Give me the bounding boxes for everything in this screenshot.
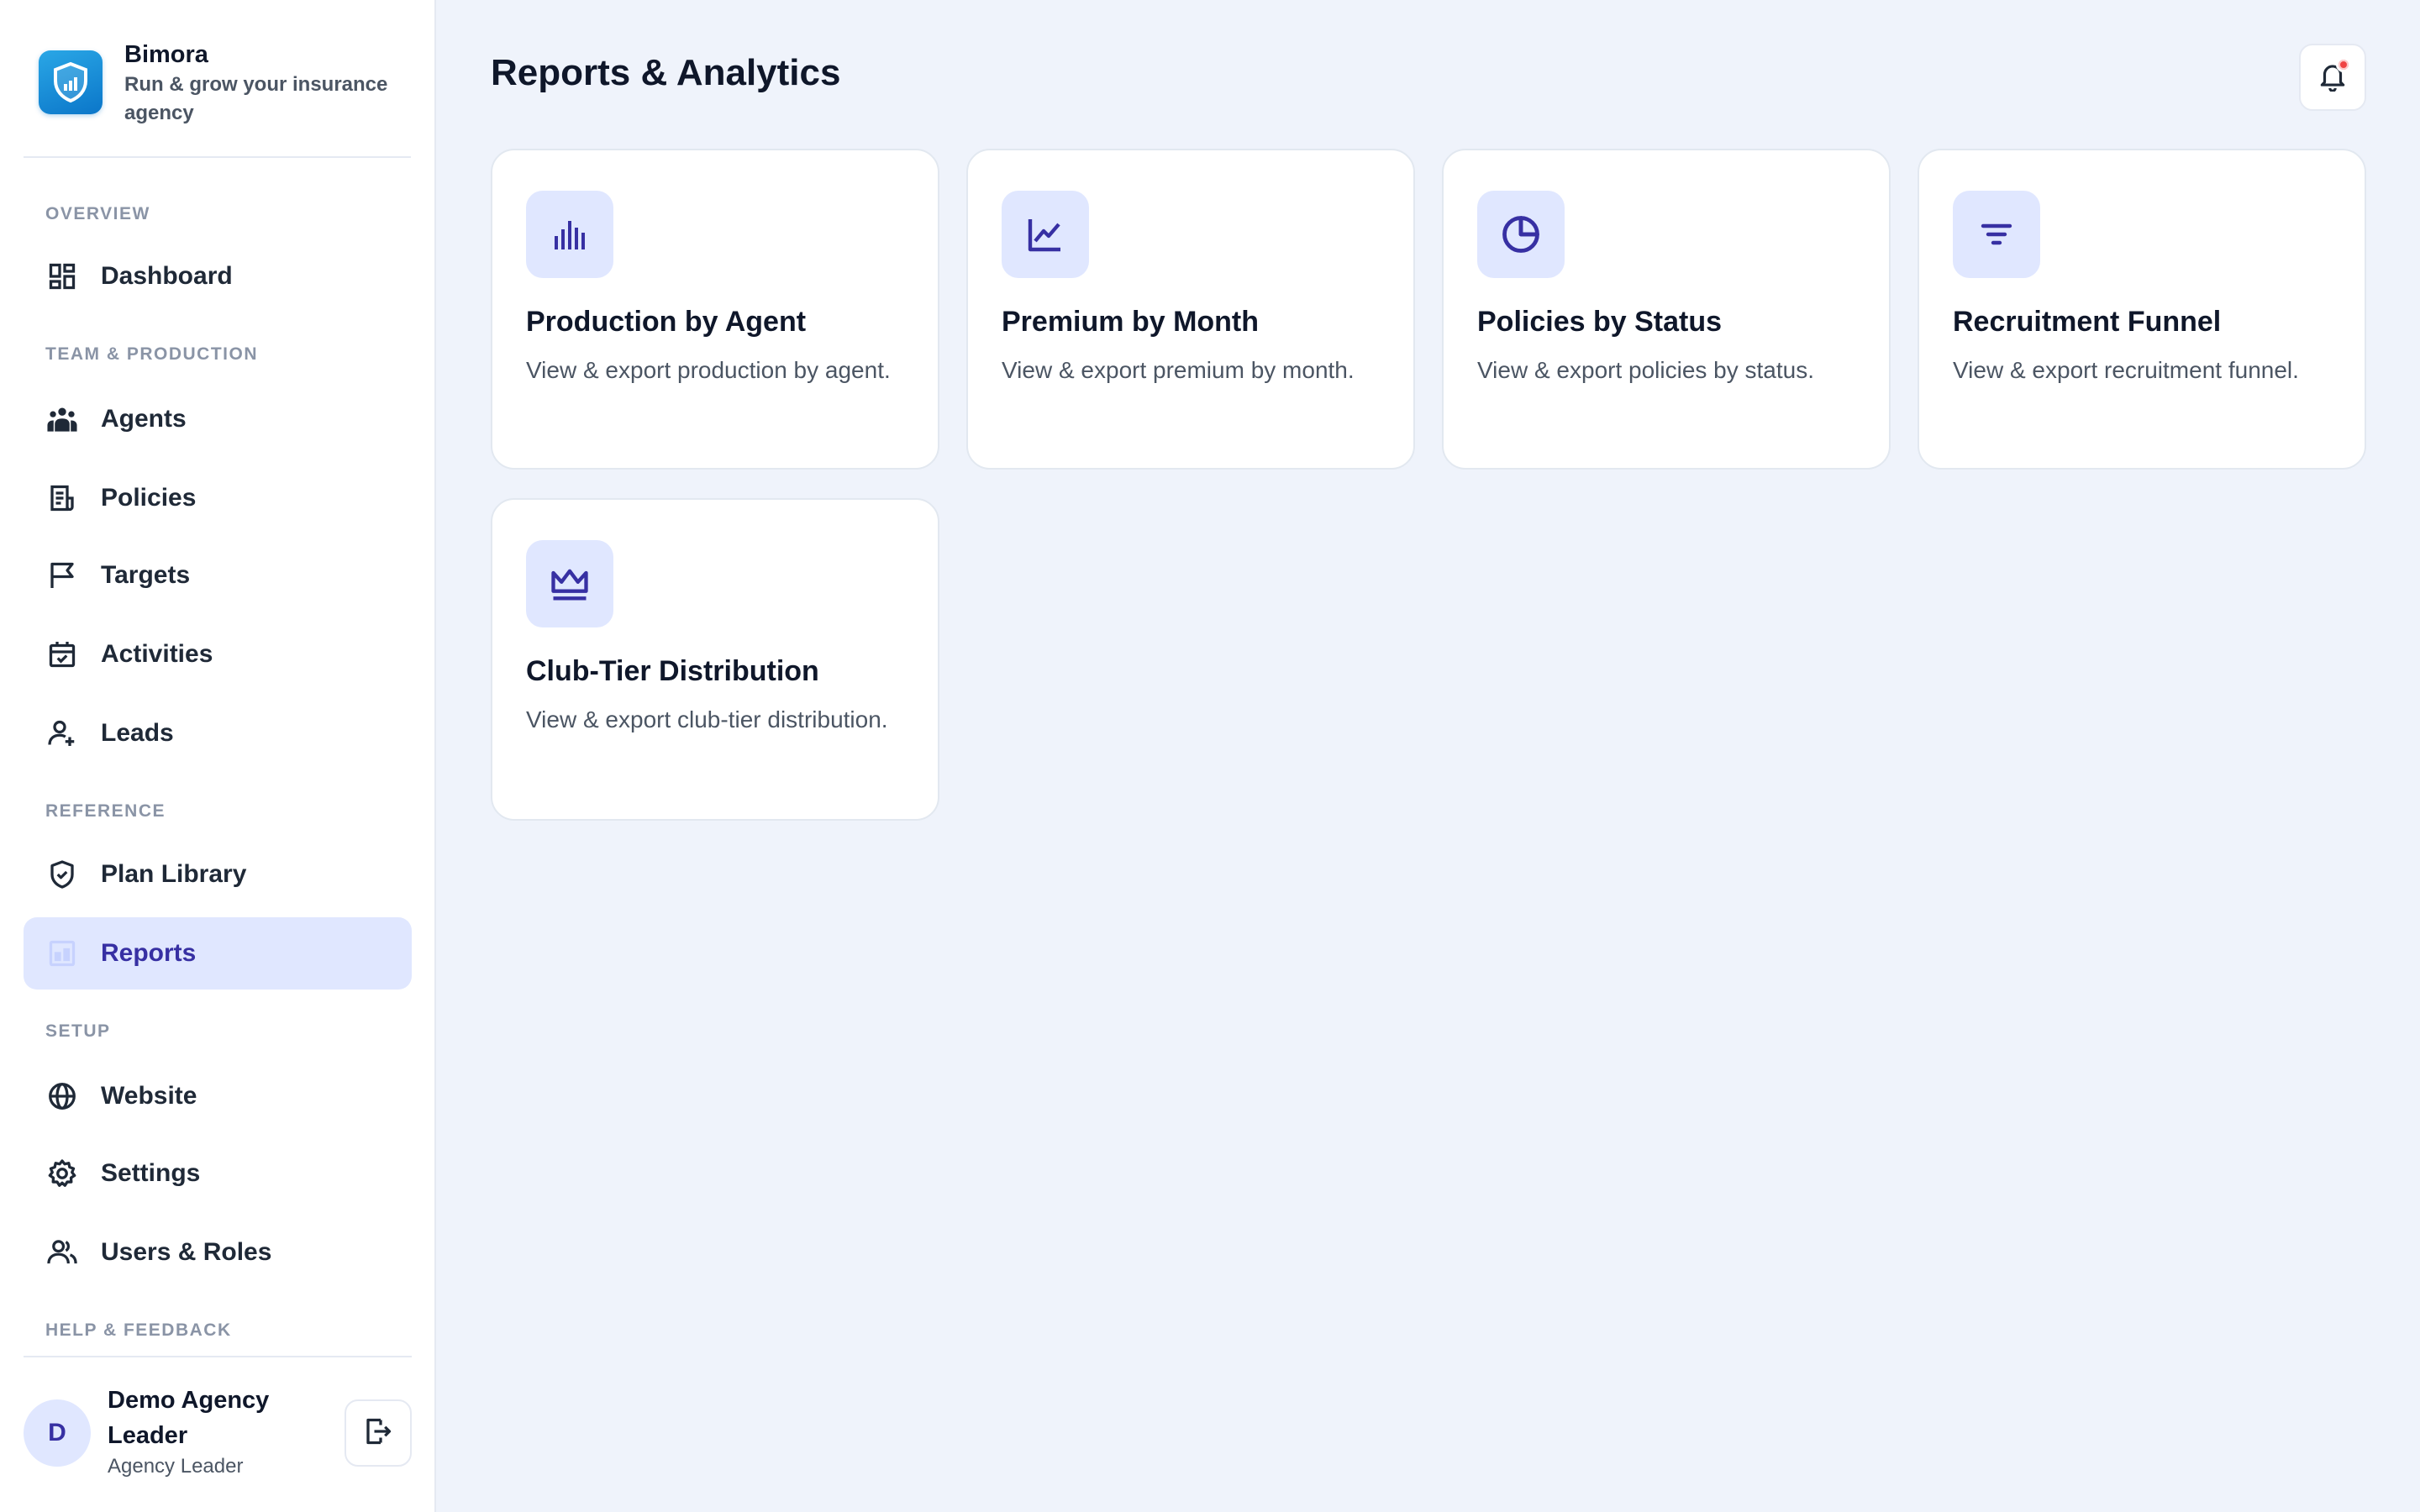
- card-description: View & export production by agent.: [526, 357, 891, 383]
- sidebar-item-label: Activities: [101, 640, 213, 668]
- brand-name: Bimora: [124, 41, 208, 68]
- main-content: Reports & Analytics Production by Agent …: [436, 0, 2420, 1512]
- section-label-team-production: TEAM & PRODUCTION: [45, 344, 258, 364]
- sidebar-item-targets[interactable]: Targets: [24, 539, 412, 612]
- user-panel: D Demo Agency Leader Agency Leader: [24, 1356, 412, 1512]
- sidebar-item-label: Agents: [101, 405, 187, 433]
- card-description: View & export policies by status.: [1477, 357, 1815, 383]
- avatar[interactable]: D: [24, 1399, 91, 1467]
- sidebar-item-leads[interactable]: Leads: [24, 697, 412, 769]
- users-icon: [45, 1236, 79, 1269]
- card-title: Club-Tier Distribution: [526, 655, 819, 687]
- section-label-setup: SETUP: [45, 1021, 111, 1041]
- sidebar-item-label: Leads: [101, 719, 174, 747]
- card-title: Policies by Status: [1477, 306, 1722, 338]
- brand-logo-icon: [39, 50, 103, 114]
- report-card-production-by-agent[interactable]: Production by Agent View & export produc…: [491, 149, 939, 470]
- sidebar-item-label: Settings: [101, 1159, 201, 1187]
- brand: Bimora Run & grow your insurance agency: [24, 0, 411, 158]
- page-title: Reports & Analytics: [491, 52, 841, 93]
- section-label-reference: REFERENCE: [45, 801, 166, 821]
- gear-icon: [45, 1157, 79, 1190]
- card-description: View & export club-tier distribution.: [526, 706, 888, 732]
- card-title: Recruitment Funnel: [1953, 306, 2222, 338]
- sidebar-item-policies[interactable]: Policies: [24, 462, 412, 534]
- report-card-premium-by-month[interactable]: Premium by Month View & export premium b…: [966, 149, 1415, 470]
- pie-chart-icon: [1477, 191, 1565, 278]
- notifications-button[interactable]: [2299, 44, 2366, 111]
- report-card-club-tier-distribution[interactable]: Club-Tier Distribution View & export clu…: [491, 498, 939, 821]
- globe-icon: [45, 1079, 79, 1113]
- card-title: Production by Agent: [526, 306, 807, 338]
- card-title: Premium by Month: [1002, 306, 1260, 338]
- notification-dot: [2336, 57, 2351, 72]
- crown-icon: [526, 540, 613, 627]
- sidebar-item-label: Dashboard: [101, 262, 233, 290]
- app-root: Bimora Run & grow your insurance agency …: [0, 0, 2420, 1512]
- shield-check-icon: [45, 858, 79, 891]
- dashboard-icon: [45, 260, 79, 293]
- flag-icon: [45, 559, 79, 592]
- sidebar-item-settings[interactable]: Settings: [24, 1137, 412, 1210]
- report-card-recruitment-funnel[interactable]: Recruitment Funnel View & export recruit…: [1918, 149, 2366, 470]
- logout-icon: [363, 1416, 393, 1451]
- report-card-policies-by-status[interactable]: Policies by Status View & export policie…: [1442, 149, 1891, 470]
- policies-icon: [45, 481, 79, 515]
- agents-icon: [45, 402, 79, 436]
- sidebar-item-label: Website: [101, 1082, 197, 1110]
- funnel-icon: [1953, 191, 2040, 278]
- sidebar-item-agents[interactable]: Agents: [24, 383, 412, 455]
- sidebar-item-label: Plan Library: [101, 860, 247, 888]
- sidebar-item-users-roles[interactable]: Users & Roles: [24, 1216, 412, 1289]
- sidebar: Bimora Run & grow your insurance agency …: [0, 0, 436, 1512]
- card-description: View & export premium by month.: [1002, 357, 1355, 383]
- user-role: Agency Leader: [108, 1455, 244, 1478]
- card-description: View & export recruitment funnel.: [1953, 357, 2299, 383]
- bar-chart-icon: [526, 191, 613, 278]
- user-plus-icon: [45, 717, 79, 750]
- reports-icon: [45, 937, 79, 970]
- line-chart-icon: [1002, 191, 1089, 278]
- sidebar-item-reports[interactable]: Reports: [24, 917, 412, 990]
- sidebar-item-label: Reports: [101, 939, 197, 967]
- sidebar-item-label: Targets: [101, 561, 191, 589]
- sidebar-item-dashboard[interactable]: Dashboard: [24, 240, 412, 312]
- section-label-help-feedback: HELP & FEEDBACK: [45, 1320, 232, 1340]
- brand-tagline: Run & grow your insurance agency: [124, 73, 388, 124]
- sidebar-item-plan-library[interactable]: Plan Library: [24, 838, 412, 911]
- user-name: Demo Agency Leader: [108, 1387, 270, 1449]
- section-label-overview: OVERVIEW: [45, 204, 150, 223]
- calendar-check-icon: [45, 638, 79, 671]
- sidebar-item-label: Policies: [101, 484, 197, 512]
- sidebar-item-label: Users & Roles: [101, 1238, 272, 1266]
- sidebar-item-website[interactable]: Website: [24, 1060, 412, 1132]
- sidebar-item-activities[interactable]: Activities: [24, 618, 412, 690]
- logout-button[interactable]: [345, 1399, 412, 1467]
